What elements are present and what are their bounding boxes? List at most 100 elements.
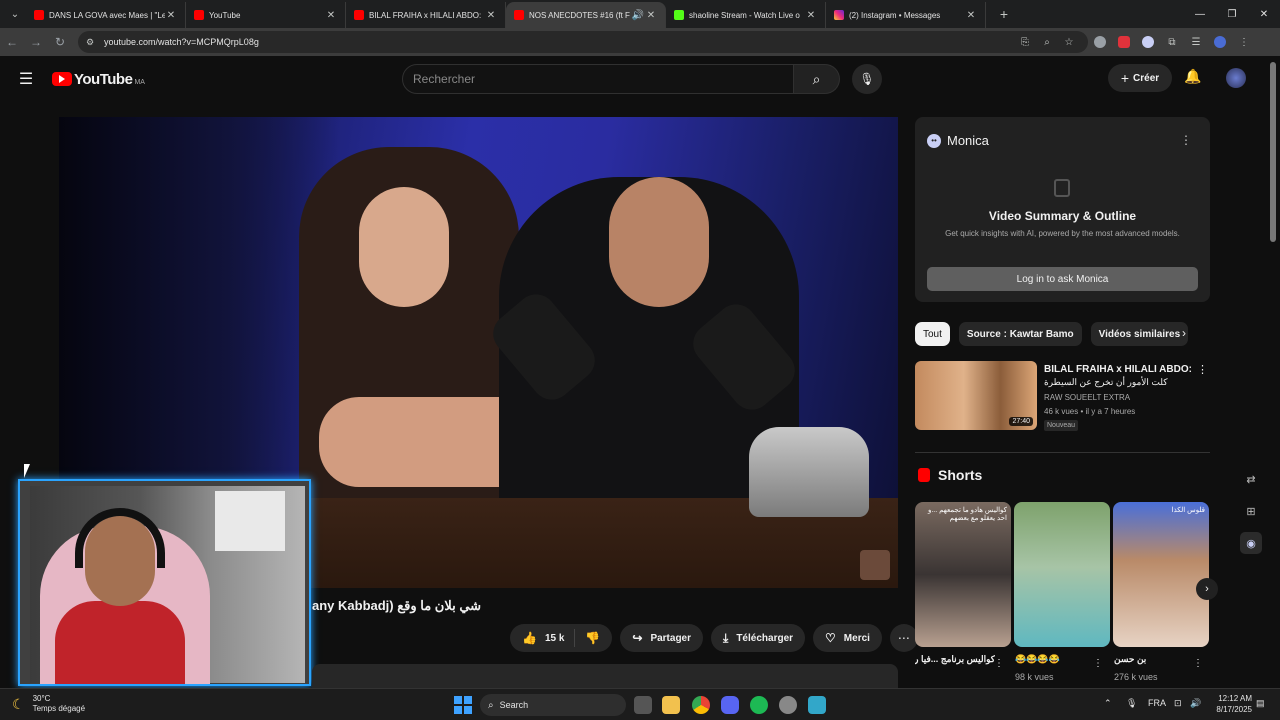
zoom-icon[interactable]: ⌕ (1036, 37, 1058, 48)
extensions-puzzle-icon[interactable]: ⧉ (1160, 30, 1184, 54)
youtube-icon (514, 10, 524, 20)
short-thumbnail[interactable]: كواليس هادو ما تجمعهم ...و احد يعقلو مع … (915, 502, 1011, 647)
notepad-icon[interactable] (808, 696, 826, 714)
spotify-icon[interactable] (750, 696, 768, 714)
extension-icon[interactable] (1088, 30, 1112, 54)
like-dislike-group: 👍 15 k 👎 (510, 624, 613, 652)
search-button[interactable]: ⌕ (794, 64, 840, 94)
task-view-icon[interactable] (634, 696, 652, 714)
shorts-next-button[interactable]: › (1196, 578, 1218, 600)
windows-start-icon[interactable] (454, 696, 472, 714)
like-button[interactable]: 👍 15 k (510, 629, 576, 647)
install-app-icon[interactable]: ⎘ (1014, 37, 1036, 48)
close-icon[interactable]: ✕ (645, 10, 657, 21)
short-title[interactable]: بن حسن (1114, 654, 1194, 665)
url-field[interactable]: ⚙ youtube.com/watch?v=MCPMQrpL08g ⎘ ⌕ ☆ (78, 31, 1088, 53)
browser-tab-active[interactable]: NOS ANECDOTES #16 (ft F 🔊 ✕ (506, 2, 666, 28)
profile-icon[interactable] (1208, 30, 1232, 54)
microphone-icon[interactable]: 🎙 (1126, 698, 1137, 709)
chevron-up-icon[interactable]: ⌃ (1104, 698, 1112, 709)
browser-tab[interactable]: YouTube ✕ (186, 2, 346, 28)
scrollbar[interactable] (1270, 62, 1276, 242)
thanks-button[interactable]: ♡ Merci (813, 624, 882, 652)
monica-login-button[interactable]: Log in to ask Monica (927, 267, 1198, 291)
short-title[interactable]: كواليس برنامج ...فيا رجاء بلمير و (915, 654, 995, 665)
share-button[interactable]: ↪ Partager (620, 624, 704, 652)
maximize-icon[interactable]: ❐ (1216, 9, 1248, 20)
youtube-header: ☰ YouTube MA Rechercher ⌕ 🎙 + Créer 🔔 (0, 56, 1280, 102)
more-icon: ⋯ (897, 631, 910, 645)
forward-icon[interactable]: → (24, 35, 48, 49)
close-icon[interactable]: ✕ (325, 10, 337, 21)
chip-similar[interactable]: Vidéos similaires (1090, 322, 1189, 346)
chip-all[interactable]: Tout (915, 322, 950, 346)
recommended-video[interactable]: 27:40 BILAL FRAIHA x HILALI ABDO: كلت ال… (915, 361, 1210, 433)
create-button[interactable]: + Créer (1108, 64, 1172, 92)
bookmark-star-icon[interactable]: ☆ (1058, 37, 1080, 48)
browser-tab[interactable]: shaoline Stream - Watch Live o ✕ (666, 2, 826, 28)
volume-icon[interactable]: 🔊 (1190, 698, 1201, 709)
browser-tab[interactable]: DANS LA GOVA avec Maes | "Le ✕ (26, 2, 186, 28)
system-clock[interactable]: 12:12 AM 8/17/2025 (1210, 693, 1252, 715)
channel-name[interactable]: RAW SOUEELT EXTRA (1044, 393, 1130, 402)
browser-tab[interactable]: (2) Instagram • Messages ✕ (826, 2, 986, 28)
chevron-right-icon[interactable]: › (1182, 326, 1186, 340)
download-button[interactable]: ⤓ Télécharger (711, 624, 806, 652)
more-options-icon[interactable]: ⋮ (1093, 658, 1103, 669)
discord-icon[interactable] (721, 696, 739, 714)
search-bar: Rechercher ⌕ (402, 64, 840, 94)
close-icon[interactable]: ✕ (805, 10, 817, 21)
reading-list-icon[interactable]: ☰ (1184, 30, 1208, 54)
url-text[interactable]: youtube.com/watch?v=MCPMQrpL08g (104, 37, 1014, 47)
more-options-icon[interactable]: ⋮ (1180, 133, 1192, 147)
close-icon[interactable]: ✕ (485, 10, 497, 21)
monica-extension-icon[interactable] (1136, 30, 1160, 54)
notifications-bell-icon[interactable]: 🔔 (1184, 68, 1201, 85)
moon-icon: ☾ (12, 695, 25, 712)
more-options-icon[interactable]: ⋮ (1197, 363, 1208, 376)
more-options-icon[interactable]: ⋮ (1193, 658, 1203, 669)
tab-search-chevron-icon[interactable]: ⌄ (4, 4, 26, 24)
site-info-icon[interactable]: ⚙ (86, 37, 100, 48)
dislike-button[interactable]: 👎 (575, 631, 612, 645)
short-thumbnail[interactable] (1014, 502, 1110, 647)
network-icon[interactable]: ⊡ (1174, 698, 1182, 709)
back-icon[interactable]: ← (0, 35, 24, 49)
apps-grid-icon[interactable]: ⊞ (1240, 500, 1262, 522)
close-window-icon[interactable]: ✕ (1248, 9, 1280, 20)
chip-source[interactable]: Source : Kawtar Bamo (958, 322, 1082, 346)
short-thumbnail[interactable]: قلوس الكذا (1113, 502, 1209, 647)
translate-icon[interactable]: ⇄ (1240, 468, 1262, 490)
weather-widget[interactable]: ☾ 30°C Temps dégagé (12, 694, 85, 714)
document-icon (1054, 179, 1070, 197)
browser-menu-icon[interactable]: ⋮ (1232, 30, 1256, 54)
monica-sidebar-icon[interactable]: ◉ (1240, 532, 1262, 554)
new-tab-button[interactable]: + (992, 6, 1016, 22)
hamburger-menu-icon[interactable]: ☰ (0, 69, 52, 89)
plus-icon: + (1120, 70, 1130, 86)
file-explorer-icon[interactable] (662, 696, 680, 714)
search-input[interactable]: Rechercher (402, 64, 794, 94)
settings-icon[interactable] (779, 696, 797, 714)
short-views: 276 k vues (1114, 672, 1158, 682)
minimize-icon[interactable]: — (1184, 9, 1216, 20)
channel-watermark[interactable] (860, 550, 890, 580)
language-indicator[interactable]: FRA (1148, 698, 1166, 708)
chrome-icon[interactable] (692, 696, 710, 714)
reload-icon[interactable]: ↻ (48, 35, 72, 49)
adblock-icon[interactable] (1112, 30, 1136, 54)
youtube-logo[interactable]: YouTube MA (52, 71, 402, 88)
taskbar-search[interactable]: ⌕ Search (480, 694, 626, 716)
avatar[interactable] (1226, 68, 1246, 88)
speaker-icon[interactable]: 🔊 (631, 10, 645, 21)
browser-tab[interactable]: BILAL FRAIHA x HILALI ABDO: ✕ (346, 2, 506, 28)
windows-taskbar: ☾ 30°C Temps dégagé ⌕ Search ⌃ 🎙 FRA ⊡ 🔊… (0, 688, 1280, 720)
voice-search-button[interactable]: 🎙 (852, 64, 882, 94)
more-options-icon[interactable]: ⋮ (994, 658, 1004, 669)
video-thumbnail[interactable]: 27:40 (915, 361, 1037, 430)
close-icon[interactable]: ✕ (165, 10, 177, 21)
short-title[interactable]: 😂😂😂😂 (1015, 654, 1095, 665)
close-icon[interactable]: ✕ (965, 10, 977, 21)
notification-center-icon[interactable]: ▤ (1256, 698, 1265, 709)
more-actions-button[interactable]: ⋯ (889, 624, 918, 652)
